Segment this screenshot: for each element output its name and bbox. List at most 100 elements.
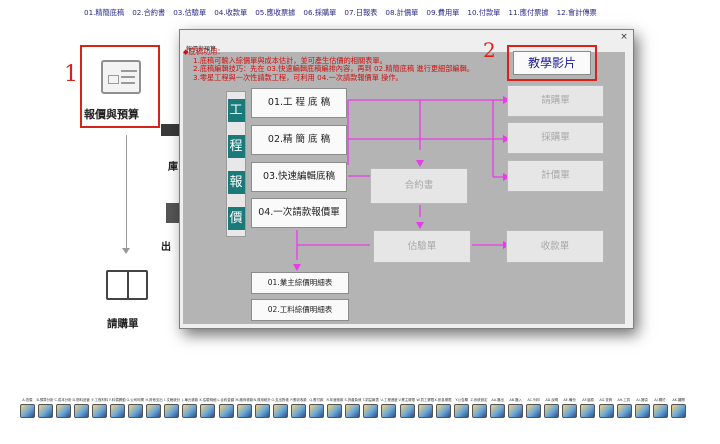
toolbar-item[interactable]: AC.列印 xyxy=(525,397,543,429)
menu-item-payable[interactable]: 11.應付票據 xyxy=(504,6,552,20)
toolbar-item-label: S.資產負債 xyxy=(344,398,362,402)
toolbar-item[interactable]: R.年度帳款 xyxy=(326,397,344,429)
toolbar-app-icon xyxy=(435,404,451,418)
toolbar-item[interactable]: Z.系統設定 xyxy=(470,397,488,429)
toolbar-item[interactable]: Q.應付款 xyxy=(308,397,326,429)
toolbar-item-label: H.其他支出 xyxy=(145,398,163,402)
estimate-button[interactable]: 估驗單 xyxy=(373,230,471,263)
toolbar-item[interactable]: AF.還原 xyxy=(579,397,597,429)
owner-detail-button[interactable]: 01.業主綜價明細表 xyxy=(251,272,349,294)
receipt-button[interactable]: 收款單 xyxy=(506,230,604,263)
toolbar-app-icon xyxy=(182,404,198,418)
toolbar-item-label: AJ.關於 xyxy=(654,398,666,402)
toolbar-item[interactable]: L.合約金額 xyxy=(217,397,235,429)
quick-edit-draft-button[interactable]: 03.快速編輯底稿 xyxy=(251,162,347,192)
toolbar-item-label: Y.公告欄 xyxy=(454,398,468,402)
simple-draft-button[interactable]: 02.精 簡 底 稿 xyxy=(251,125,347,155)
toolbar-item[interactable]: AB.匯入 xyxy=(507,397,525,429)
toolbar-app-icon xyxy=(363,404,379,418)
outbound-icon xyxy=(166,203,179,223)
menu-item-voucher[interactable]: 12.會計傳票 xyxy=(553,6,601,20)
menu-item-draft[interactable]: 01.精簡底稿 xyxy=(80,6,128,20)
red-marker-1: 1 xyxy=(64,62,78,87)
toolbar-item[interactable]: H.其他支出 xyxy=(145,397,163,429)
toolbar-item[interactable]: U.工程進度 xyxy=(380,397,398,429)
engineering-draft-button[interactable]: 01.工 程 底 稿 xyxy=(251,88,347,118)
toolbar-item[interactable]: W.員工權限 xyxy=(416,397,434,429)
menu-item-receipt[interactable]: 04.收款單 xyxy=(210,6,251,20)
menu-item-contract[interactable]: 02.合約書 xyxy=(128,6,169,20)
toolbar-item[interactable]: K.估驗明細 xyxy=(199,397,217,429)
purchase-order-button[interactable]: 採購單 xyxy=(507,122,604,154)
toolbar-item[interactable]: N.費用統計 xyxy=(253,397,271,429)
toolbar-item[interactable]: AG.查詢 xyxy=(597,397,615,429)
toolbar-item[interactable]: AH.工具 xyxy=(615,397,633,429)
toolbar-item-label: K.估驗明細 xyxy=(199,398,217,402)
toolbar-item[interactable]: AJ.關於 xyxy=(651,397,669,429)
toolbar-item[interactable]: C.成本分析 xyxy=(54,397,72,429)
toolbar-app-icon xyxy=(381,404,397,418)
toolbar-item[interactable]: X.訊息權限 xyxy=(434,397,452,429)
bottom-toolbar: A.查價 B.預算分析 C.成本分析 D.物料品管 E.工程材料 F.料價異動 G.公司利潤… xyxy=(18,397,708,429)
toolbar-item[interactable]: O.支出對帳 xyxy=(271,397,289,429)
toolbar-item-label: AD.說明 xyxy=(545,398,559,402)
toolbar-item[interactable]: Y.公告欄 xyxy=(452,397,470,429)
requisition-button[interactable]: 請購單 xyxy=(507,85,604,117)
toolbar-item[interactable]: F.料價異動 xyxy=(108,397,126,429)
valuation-button[interactable]: 計價單 xyxy=(507,160,604,192)
toolbar-app-icon xyxy=(544,404,560,418)
toolbar-item[interactable]: G.公司利潤 xyxy=(127,397,145,429)
toolbar-item[interactable]: AA.匯出 xyxy=(488,397,506,429)
top-menu: 01.精簡底稿 02.合約書 03.估驗單 04.收款單 05.應收票據 06.… xyxy=(80,6,716,20)
toolbar-item-label: AI.選項 xyxy=(636,398,648,402)
toolbar-app-icon xyxy=(453,404,469,418)
menu-item-valuation[interactable]: 08.計價單 xyxy=(381,6,422,20)
menu-item-expense[interactable]: 09.費用單 xyxy=(422,6,463,20)
close-icon[interactable]: × xyxy=(618,31,630,43)
toolbar-item[interactable]: E.工程材料 xyxy=(90,397,108,429)
partial-label-outbound: 出 xyxy=(161,242,171,253)
toolbar-app-icon xyxy=(417,404,433,418)
toolbar-item[interactable]: AI.選項 xyxy=(633,397,651,429)
toolbar-item-label: L.合約金額 xyxy=(217,398,235,402)
one-time-quote-button[interactable]: 04.一次請款報價單 xyxy=(251,198,347,228)
menu-item-daily[interactable]: 07.日報表 xyxy=(340,6,381,20)
menu-item-payment[interactable]: 10.付款單 xyxy=(463,6,504,20)
contract-button[interactable]: 合約書 xyxy=(370,168,468,204)
toolbar-item[interactable]: B.預算分析 xyxy=(36,397,54,429)
work-detail-button[interactable]: 02.工料綜價明細表 xyxy=(251,299,349,321)
toolbar-item[interactable]: T.損益報表 xyxy=(362,397,380,429)
toolbar-item[interactable]: AE.備份 xyxy=(561,397,579,429)
toolbar-item[interactable]: D.物料品管 xyxy=(72,397,90,429)
vertical-char-1: 工 xyxy=(227,98,245,122)
toolbar-item-label: AF.還原 xyxy=(582,398,594,402)
toolbar-item[interactable]: AD.說明 xyxy=(543,397,561,429)
toolbar-item[interactable]: J.單元帳款 xyxy=(181,397,199,429)
toolbar-item-label: V.業主權限 xyxy=(398,398,416,402)
dialog-description: ◆底稿功用： 1.底稿可輸入綜價單與成本估計，並可產生估價的相關表單。 2.底稿… xyxy=(183,47,474,82)
toolbar-app-icon xyxy=(309,404,325,418)
app-root: 01.精簡底稿 02.合約書 03.估驗單 04.收款單 05.應收票據 06.… xyxy=(0,0,720,444)
toolbar-item[interactable]: P.應收收款 xyxy=(289,397,307,429)
toolbar-app-icon xyxy=(471,404,487,418)
desc-line-4: 3.零星工程與一次性請款工程，可利用 04.一次請款報價單 操作。 xyxy=(193,72,403,82)
toolbar-app-icon xyxy=(73,404,89,418)
toolbar-item-label: J.單元帳款 xyxy=(182,398,198,402)
menu-item-purchase[interactable]: 06.採購單 xyxy=(299,6,340,20)
toolbar-item[interactable]: V.業主權限 xyxy=(398,397,416,429)
toolbar-item[interactable]: AK.離開 xyxy=(669,397,687,429)
connector-arrow xyxy=(122,248,130,254)
menu-item-receivable[interactable]: 05.應收票據 xyxy=(251,6,299,20)
toolbar-item[interactable]: M.廠商帳款 xyxy=(235,397,253,429)
toolbar-item[interactable]: I.文稿統計 xyxy=(163,397,181,429)
menu-item-estimate[interactable]: 03.估驗單 xyxy=(169,6,210,20)
toolbar-app-icon xyxy=(272,404,288,418)
tutorial-video-button[interactable]: 教學影片 xyxy=(513,51,591,75)
toolbar-item[interactable]: A.查價 xyxy=(18,397,36,429)
toolbar-item-label: B.預算分析 xyxy=(36,398,54,402)
toolbar-app-icon xyxy=(652,404,668,418)
toolbar-app-icon xyxy=(110,404,126,418)
toolbar-item-label: U.工程進度 xyxy=(380,398,398,402)
toolbar-item[interactable]: S.資產負債 xyxy=(344,397,362,429)
toolbar-app-icon xyxy=(526,404,542,418)
